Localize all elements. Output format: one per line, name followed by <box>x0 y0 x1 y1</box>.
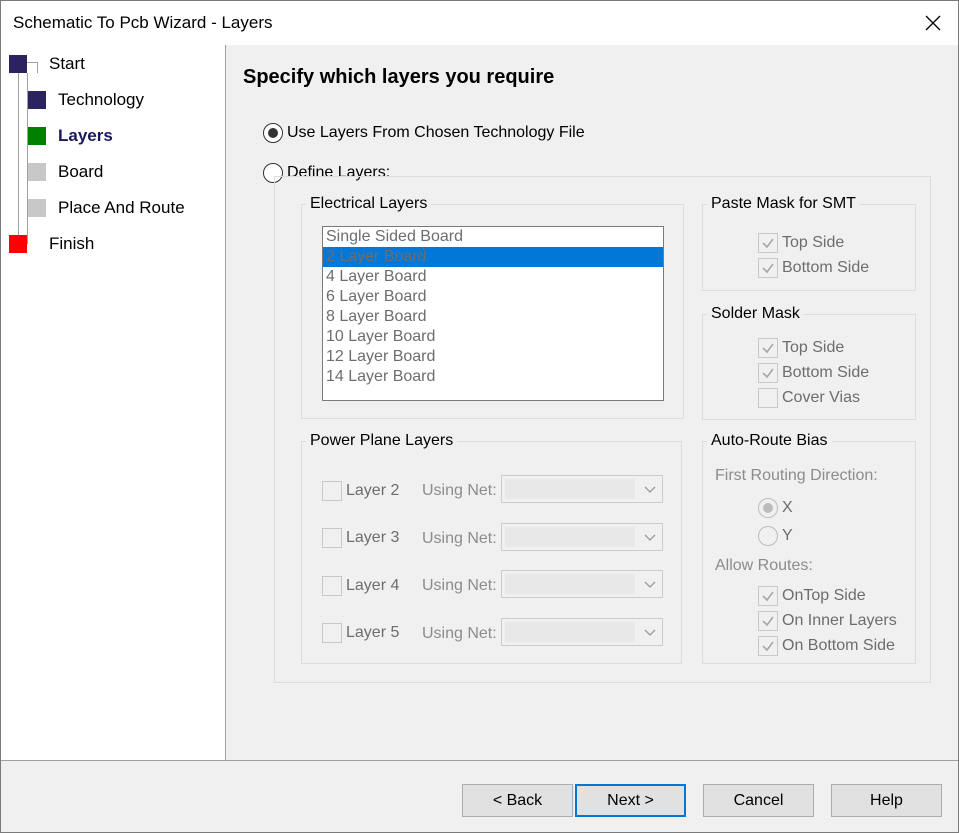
check-icon <box>762 641 774 652</box>
layer4-checkbox[interactable] <box>322 576 342 596</box>
ontop-side-label: OnTop Side <box>782 587 866 604</box>
layer4-net-combo[interactable] <box>501 570 663 598</box>
footer-separator <box>1 760 958 761</box>
step-layers: Layers <box>58 126 113 145</box>
power-plane-title: Power Plane Layers <box>306 432 458 450</box>
layer3-checkbox[interactable] <box>322 528 342 548</box>
layer4-label: Layer 4 <box>346 577 400 594</box>
check-icon <box>762 591 774 602</box>
step-place-route-marker <box>28 199 46 217</box>
route-x-label: X <box>782 499 793 516</box>
title-bar: Schematic To Pcb Wizard - Layers <box>1 1 958 45</box>
layer2-net-combo[interactable] <box>501 475 663 503</box>
list-item[interactable]: 8 Layer Board <box>323 307 663 327</box>
inner-layers-checkbox[interactable] <box>758 611 778 631</box>
autoroute-title: Auto-Route Bias <box>707 432 832 450</box>
solder-mask-title: Solder Mask <box>707 305 804 323</box>
check-icon <box>762 368 774 379</box>
first-routing-direction-label: First Routing Direction: <box>715 467 878 484</box>
layer3-using-net-label: Using Net: <box>422 530 497 547</box>
step-start-marker <box>9 55 27 73</box>
route-y-label: Y <box>782 527 793 544</box>
inner-layers-label: On Inner Layers <box>782 612 897 629</box>
list-item[interactable]: 6 Layer Board <box>323 287 663 307</box>
step-place-and-route: Place And Route <box>58 198 185 217</box>
chevron-down-icon <box>644 534 656 541</box>
step-start: Start <box>49 54 85 73</box>
ontop-side-checkbox[interactable] <box>758 586 778 606</box>
layer5-checkbox[interactable] <box>322 623 342 643</box>
layer5-using-net-label: Using Net: <box>422 625 497 642</box>
use-tech-file-radio[interactable] <box>263 123 283 143</box>
step-board: Board <box>58 162 104 181</box>
cover-vias-label: Cover Vias <box>782 389 860 406</box>
list-item[interactable]: Single Sided Board <box>323 227 663 247</box>
list-item[interactable]: 14 Layer Board <box>323 367 663 387</box>
electrical-layers-title: Electrical Layers <box>306 195 432 213</box>
close-button[interactable] <box>908 1 958 45</box>
check-icon <box>762 263 774 274</box>
layer5-net-combo[interactable] <box>501 618 663 646</box>
solder-top-label: Top Side <box>782 339 845 356</box>
chevron-down-icon <box>644 486 656 493</box>
layer5-label: Layer 5 <box>346 624 400 641</box>
step-finish: Finish <box>49 234 95 253</box>
step-technology-marker <box>28 91 46 109</box>
bottom-side-label: On Bottom Side <box>782 637 895 654</box>
route-x-radio[interactable] <box>758 498 778 518</box>
allow-routes-label: Allow Routes: <box>715 557 813 574</box>
page-heading: Specify which layers you require <box>243 66 555 88</box>
check-icon <box>762 343 774 354</box>
list-item-selected[interactable]: 2 Layer Board <box>323 247 663 267</box>
cancel-button[interactable]: Cancel <box>703 784 814 817</box>
chevron-down-icon <box>644 629 656 636</box>
window-title: Schematic To Pcb Wizard - Layers <box>13 13 273 32</box>
check-icon <box>762 616 774 627</box>
close-icon <box>925 15 941 31</box>
step-board-marker <box>28 163 46 181</box>
route-y-radio[interactable] <box>758 526 778 546</box>
solder-bottom-checkbox[interactable] <box>758 363 778 383</box>
paste-top-label: Top Side <box>782 234 845 251</box>
main-content: Specify which layers you require Use Lay… <box>227 45 958 760</box>
list-item[interactable]: 10 Layer Board <box>323 327 663 347</box>
next-button[interactable]: Next > <box>575 784 686 817</box>
paste-bottom-label: Bottom Side <box>782 259 870 276</box>
step-layers-marker <box>28 127 46 145</box>
solder-top-checkbox[interactable] <box>758 338 778 358</box>
layer4-using-net-label: Using Net: <box>422 577 497 594</box>
step-technology: Technology <box>58 90 145 109</box>
wizard-steps-panel: Start Technology Layers Board Place And … <box>1 45 226 760</box>
list-item[interactable]: 12 Layer Board <box>323 347 663 367</box>
wizard-window: Schematic To Pcb Wizard - Layers Start T… <box>0 0 959 833</box>
chevron-down-icon <box>644 581 656 588</box>
solder-bottom-label: Bottom Side <box>782 364 870 381</box>
paste-mask-title: Paste Mask for SMT <box>707 195 860 213</box>
layer2-label: Layer 2 <box>346 482 400 499</box>
layer2-using-net-label: Using Net: <box>422 482 497 499</box>
back-button[interactable]: < Back <box>462 784 573 817</box>
electrical-layers-list[interactable]: Single Sided Board 2 Layer Board 4 Layer… <box>322 226 664 401</box>
check-icon <box>762 238 774 249</box>
layer2-checkbox[interactable] <box>322 481 342 501</box>
use-tech-file-label: Use Layers From Chosen Technology File <box>287 124 585 141</box>
bottom-side-checkbox[interactable] <box>758 636 778 656</box>
paste-bottom-checkbox[interactable] <box>758 258 778 278</box>
layer3-net-combo[interactable] <box>501 523 663 551</box>
step-finish-marker <box>9 235 27 253</box>
help-button[interactable]: Help <box>831 784 942 817</box>
list-item[interactable]: 4 Layer Board <box>323 267 663 287</box>
paste-top-checkbox[interactable] <box>758 233 778 253</box>
layer3-label: Layer 3 <box>346 529 400 546</box>
cover-vias-checkbox[interactable] <box>758 388 778 408</box>
